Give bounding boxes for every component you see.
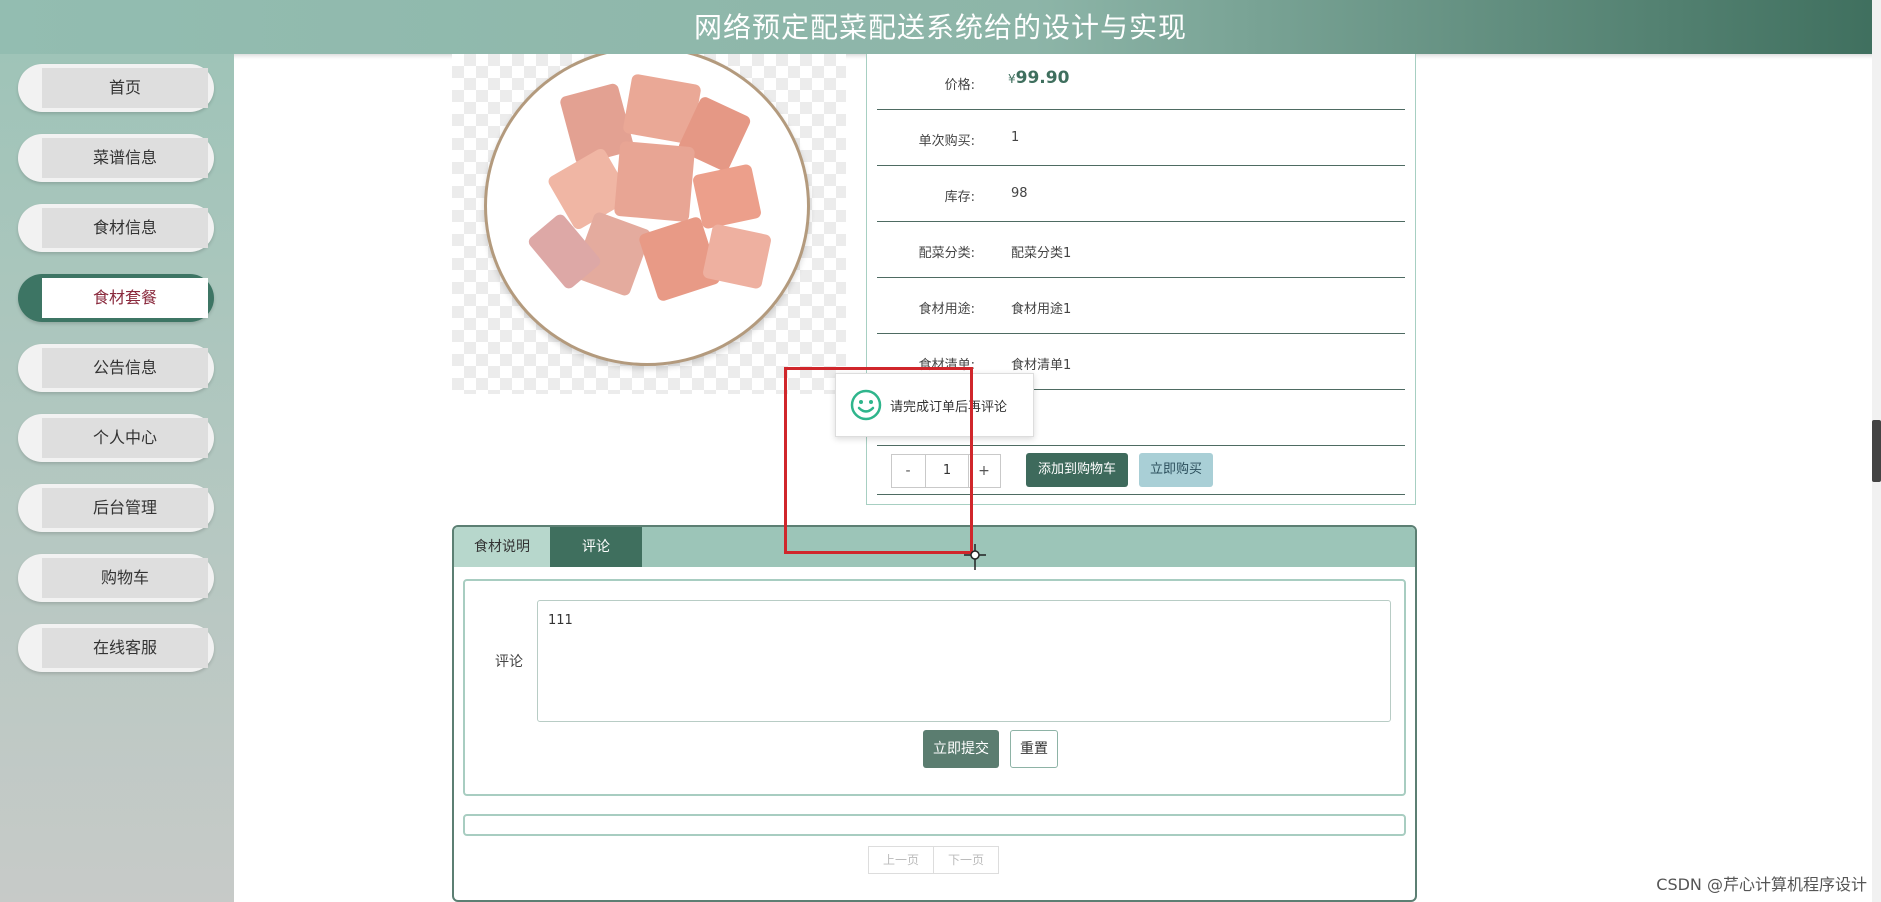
app-header: 网络预定配菜配送系统给的设计与实现 <box>0 0 1881 54</box>
sidebar-item-label: 首页 <box>42 68 208 108</box>
sidebar-item-ingredients[interactable]: 食材信息 <box>18 204 214 252</box>
sidebar-item-label: 菜谱信息 <box>42 138 208 178</box>
tab-comments[interactable]: 评论 <box>550 527 642 567</box>
stock-value: 98 <box>1011 186 1028 201</box>
annotation-highlight-rectangle <box>784 367 973 554</box>
price-amount: 99.90 <box>1015 68 1070 88</box>
sidebar-item-label: 食材信息 <box>42 208 208 248</box>
tab-ingredient-description[interactable]: 食材说明 <box>454 527 550 567</box>
sidebar-item-label: 在线客服 <box>42 628 208 668</box>
next-page-button[interactable]: 下一页 <box>933 847 998 873</box>
price-label: 价格: <box>944 78 975 93</box>
single-buy-row: 单次购买: 1 <box>877 109 1405 166</box>
prev-page-button[interactable]: 上一页 <box>869 847 933 873</box>
sidebar-item-home[interactable]: 首页 <box>18 64 214 112</box>
sidebar-item-announcements[interactable]: 公告信息 <box>18 344 214 392</box>
single-buy-value: 1 <box>1011 130 1020 145</box>
single-buy-label: 单次购买: <box>918 134 975 149</box>
sidebar-item-profile[interactable]: 个人中心 <box>18 414 214 462</box>
sidebar-item-label: 食材套餐 <box>42 278 208 318</box>
page-title: 网络预定配菜配送系统给的设计与实现 <box>693 11 1187 44</box>
submit-comment-button[interactable]: 立即提交 <box>923 730 999 768</box>
category-row: 配菜分类: 配菜分类1 <box>877 221 1405 278</box>
sidebar-item-label: 购物车 <box>42 558 208 598</box>
sidebar: 首页 菜谱信息 食材信息 食材套餐 公告信息 个人中心 后台管理 购物车 在线客… <box>0 54 234 902</box>
buy-now-button[interactable]: 立即购买 <box>1139 453 1213 487</box>
product-image <box>452 54 846 394</box>
usage-label: 食材用途: <box>918 302 975 317</box>
pagination: 上一页 下一页 <box>868 846 999 874</box>
plate-illustration <box>484 54 810 366</box>
sidebar-item-label: 个人中心 <box>42 418 208 458</box>
currency-symbol: ¥ <box>1008 72 1016 86</box>
comment-textarea[interactable]: 111 <box>537 600 1391 722</box>
ingredient-list-value: 食材清单1 <box>1011 358 1072 373</box>
sidebar-item-cart[interactable]: 购物车 <box>18 554 214 602</box>
comment-form: 评论 111 立即提交 重置 <box>463 579 1406 796</box>
usage-value: 食材用途1 <box>1011 302 1072 317</box>
add-to-cart-button[interactable]: 添加到购物车 <box>1026 453 1128 487</box>
sidebar-item-ingredient-packages[interactable]: 食材套餐 <box>18 274 214 322</box>
price-row: 价格: ¥99.90 <box>877 54 1405 110</box>
sidebar-item-recipes[interactable]: 菜谱信息 <box>18 134 214 182</box>
price-value: ¥99.90 <box>1008 68 1069 88</box>
sidebar-item-admin[interactable]: 后台管理 <box>18 484 214 532</box>
reset-button[interactable]: 重置 <box>1010 730 1058 768</box>
stock-label: 库存: <box>944 190 975 205</box>
comment-label: 评论 <box>495 654 523 670</box>
sidebar-item-label: 公告信息 <box>42 348 208 388</box>
sidebar-item-label: 后台管理 <box>42 488 208 528</box>
watermark: CSDN @芹心计算机程序设计 <box>1656 875 1867 894</box>
category-label: 配菜分类: <box>918 246 975 261</box>
usage-row: 食材用途: 食材用途1 <box>877 277 1405 334</box>
category-value: 配菜分类1 <box>1011 246 1072 261</box>
scrollbar-thumb[interactable] <box>1872 420 1881 482</box>
comment-list <box>463 814 1406 836</box>
crosshair-cursor-icon <box>964 544 986 578</box>
sidebar-item-support[interactable]: 在线客服 <box>18 624 214 672</box>
detail-tabs-panel: 食材说明 评论 评论 111 立即提交 重置 上一页 下一页 <box>452 525 1417 902</box>
stock-row: 库存: 98 <box>877 165 1405 222</box>
